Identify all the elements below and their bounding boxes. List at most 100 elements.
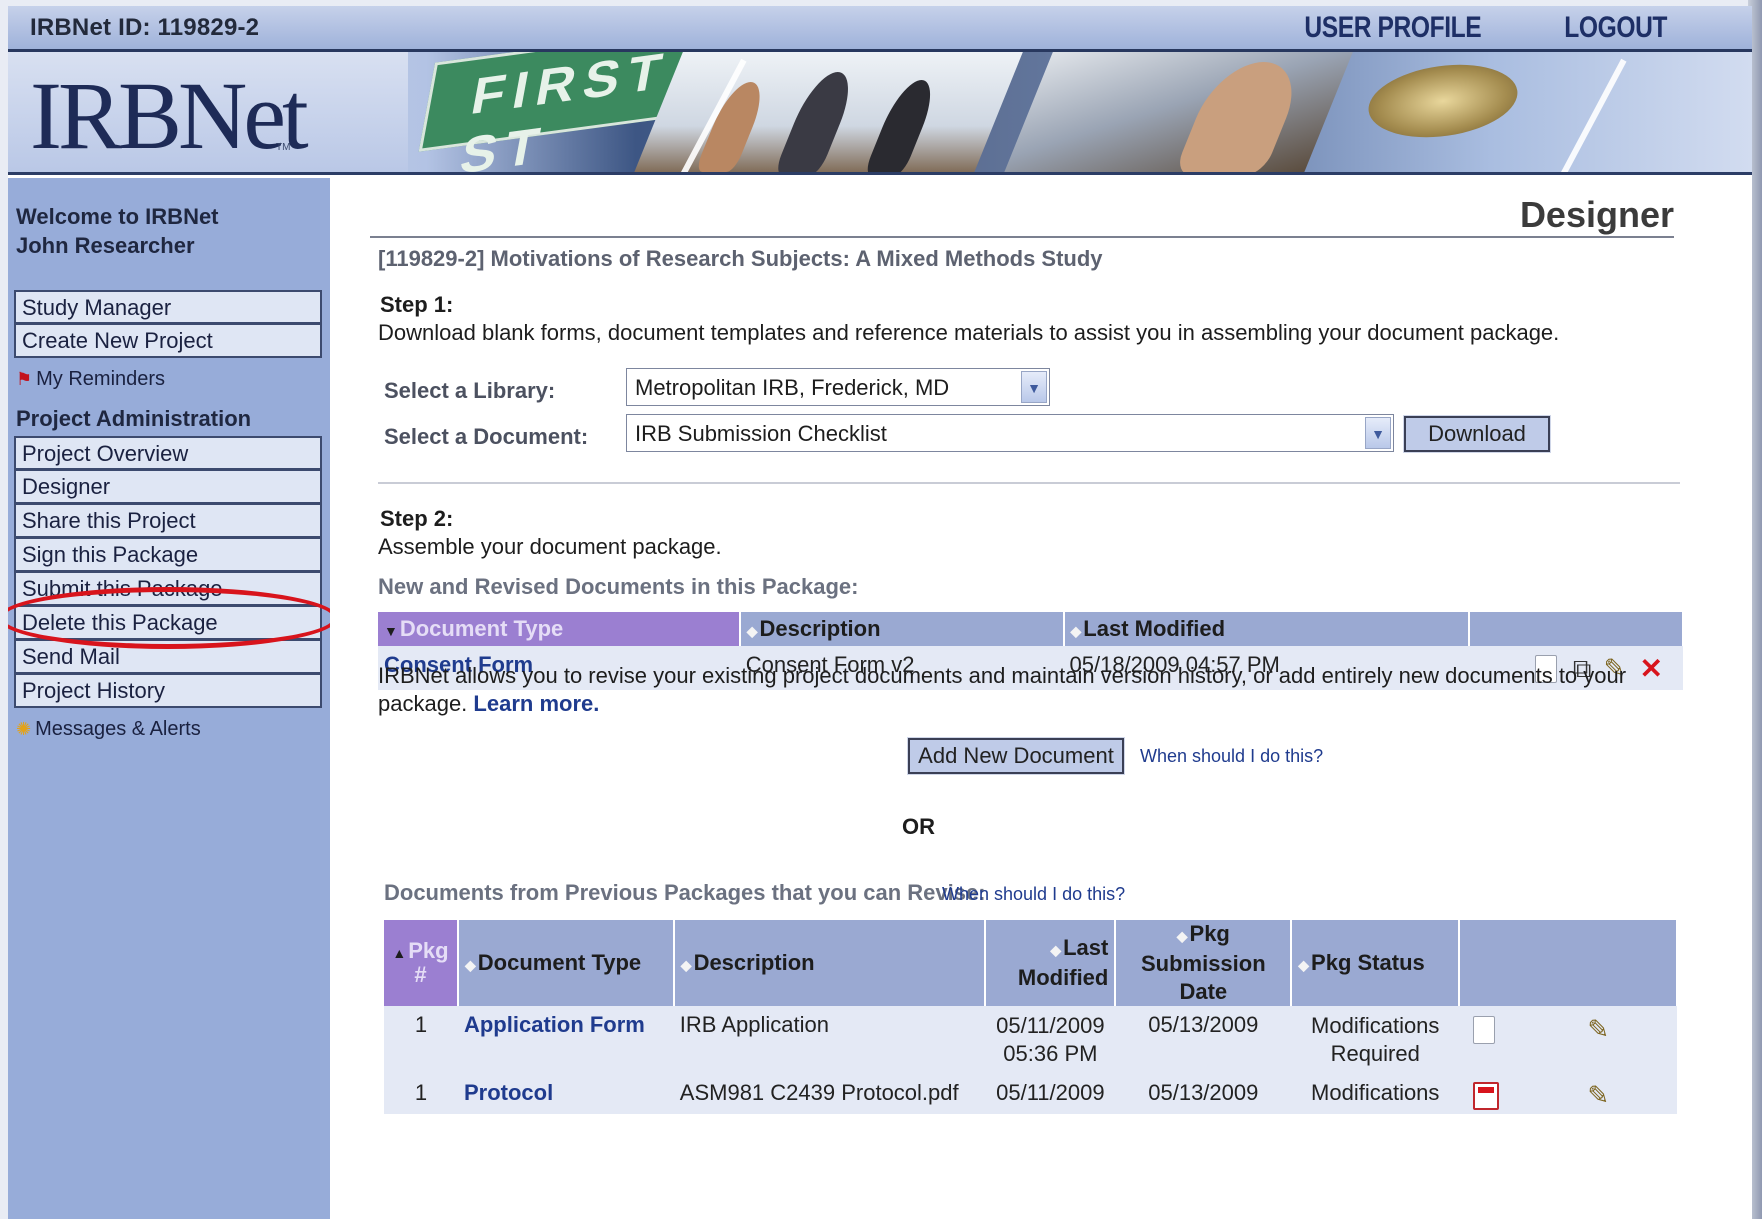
protocol-link[interactable]: Protocol xyxy=(464,1080,553,1105)
pencil-icon[interactable]: ✎ xyxy=(1587,1014,1609,1045)
banner-divider xyxy=(1555,58,1627,172)
menu-create-new-project[interactable]: Create New Project xyxy=(14,324,322,358)
sort-icon: ▲ xyxy=(392,945,407,961)
download-button[interactable]: Download xyxy=(1403,415,1551,453)
document-select[interactable]: IRB Submission Checklist ▼ xyxy=(626,414,1394,452)
col-prev-last-modified[interactable]: ◆Last Modified xyxy=(985,920,1117,1006)
document-select-value: IRB Submission Checklist xyxy=(635,421,887,446)
user-profile-link[interactable]: USER PROFILE xyxy=(1304,11,1481,45)
pencil-icon[interactable]: ✎ xyxy=(1587,1080,1609,1111)
top-bar: IRBNet ID: 119829-2 USER PROFILE LOGOUT xyxy=(8,6,1752,52)
library-label: Select a Library: xyxy=(384,378,556,403)
status-line: Modifications xyxy=(1311,1013,1440,1038)
library-select[interactable]: Metropolitan IRB, Frederick, MD ▼ xyxy=(626,368,1050,406)
submission-date-cell: 05/13/2009 xyxy=(1115,1074,1292,1114)
welcome-line: Welcome to IRBNet xyxy=(16,204,219,229)
project-title: [119829-2] Motivations of Research Subje… xyxy=(378,246,1103,271)
col-description[interactable]: ◆Description xyxy=(739,612,1065,646)
modified-cell: 05/11/2009 xyxy=(985,1074,1116,1114)
main-menu: Study Manager Create New Project xyxy=(8,290,330,358)
menu-project-history[interactable]: Project History xyxy=(14,674,322,708)
table-header-row: ▼Document Type ◆Description ◆Last Modifi… xyxy=(378,612,1684,646)
menu-project-overview[interactable]: Project Overview xyxy=(14,436,322,470)
col-prev-description-label: Description xyxy=(693,950,815,975)
main-content: Designer [119829-2] Motivations of Resea… xyxy=(330,178,1752,1219)
col-prev-description[interactable]: ◆Description xyxy=(673,920,987,1006)
menu-sign-package[interactable]: Sign this Package xyxy=(14,538,322,572)
my-reminders-label: My Reminders xyxy=(36,367,166,390)
col-pkg-status[interactable]: ◆Pkg Status xyxy=(1291,920,1461,1006)
irbnet-id: IRBNet ID: 119829-2 xyxy=(30,13,260,41)
sort-icon: ◆ xyxy=(464,957,476,973)
col-pkg-submission-date-label: Pkg Submission Date xyxy=(1140,921,1266,1004)
modified-cell: 05/11/2009 05:36 PM xyxy=(985,1006,1116,1074)
col-description-label: Description xyxy=(759,616,881,641)
menu-delete-package[interactable]: Delete this Package xyxy=(14,606,322,640)
lab-photo xyxy=(1003,52,1353,172)
add-new-document-button[interactable]: Add New Document xyxy=(907,737,1125,775)
new-docs-heading: New and Revised Documents in this Packag… xyxy=(378,574,859,599)
chevron-down-icon[interactable]: ▼ xyxy=(1365,417,1391,449)
step2-label: Step 2: xyxy=(380,506,454,531)
col-actions xyxy=(1469,612,1684,646)
sort-icon: ▼ xyxy=(384,623,398,639)
messages-alerts-label: Messages & Alerts xyxy=(35,717,201,740)
menu-send-mail[interactable]: Send Mail xyxy=(14,640,322,674)
sort-icon: ◆ xyxy=(1050,942,1062,958)
sort-icon: ◆ xyxy=(1298,957,1310,973)
menu-share-project[interactable]: Share this Project xyxy=(14,504,322,538)
learn-more-link[interactable]: Learn more. xyxy=(473,691,599,716)
messages-alerts-link[interactable]: ✺ Messages & Alerts xyxy=(8,708,330,744)
col-document-type[interactable]: ▼Document Type xyxy=(378,612,741,646)
description-cell: IRB Application xyxy=(673,1006,986,1074)
welcome-message: Welcome to IRBNet John Researcher xyxy=(8,178,330,260)
my-reminders-link[interactable]: ⚑ My Reminders xyxy=(8,358,330,394)
col-last-modified-label: Last Modified xyxy=(1083,616,1226,641)
col-pkg-submission-date[interactable]: ◆Pkg Submission Date xyxy=(1115,920,1293,1006)
table-row: 1 Application Form IRB Application 05/11… xyxy=(384,1006,1677,1074)
sort-icon: ◆ xyxy=(680,957,692,973)
col-document-type-label: Document Type xyxy=(399,616,564,641)
prev-docs-table: ▲Pkg # ◆Document Type ◆Description ◆Last… xyxy=(384,920,1678,1114)
table-row: 1 Protocol ASM981 C2439 Protocol.pdf 05/… xyxy=(384,1074,1677,1114)
sort-icon: ◆ xyxy=(746,623,758,639)
col-prev-last-modified-label: Last Modified xyxy=(1017,935,1109,990)
when-should-link[interactable]: When should I do this? xyxy=(1140,746,1323,767)
revise-info-text: IRBNet allows you to revise your existin… xyxy=(378,662,1688,718)
library-select-value: Metropolitan IRB, Frederick, MD xyxy=(635,375,950,400)
sort-icon: ◆ xyxy=(1070,623,1082,639)
satellite-dish-photo xyxy=(1363,55,1523,147)
pdf-icon[interactable] xyxy=(1473,1081,1500,1110)
application-form-link[interactable]: Application Form xyxy=(464,1012,645,1037)
app-window: IRBNet ID: 119829-2 USER PROFILE LOGOUT … xyxy=(8,6,1752,1219)
col-last-modified[interactable]: ◆Last Modified xyxy=(1063,612,1471,646)
step1-label: Step 1: xyxy=(380,292,454,317)
modified-date: 05/11/2009 xyxy=(996,1013,1105,1038)
modified-time: 05:36 PM xyxy=(1003,1041,1098,1066)
menu-study-manager[interactable]: Study Manager xyxy=(14,290,322,324)
banner: IRBNet TM FIRST ST xyxy=(8,52,1752,175)
user-name: John Researcher xyxy=(16,233,195,258)
menu-submit-package[interactable]: Submit this Package xyxy=(14,572,322,606)
irbnet-logo[interactable]: IRBNet xyxy=(30,68,309,164)
menu-designer[interactable]: Designer xyxy=(14,470,322,504)
trademark-mark: TM xyxy=(276,142,291,153)
step2-description: Assemble your document package. xyxy=(378,534,722,559)
chevron-down-icon[interactable]: ▼ xyxy=(1021,371,1047,403)
page-title: Designer xyxy=(1519,194,1674,235)
document-icon[interactable] xyxy=(1473,1015,1496,1044)
flag-icon: ⚑ xyxy=(16,368,33,389)
pkg-cell: 1 xyxy=(384,1006,458,1074)
col-pkg-status-label: Pkg Status xyxy=(1311,950,1425,975)
top-links: USER PROFILE LOGOUT xyxy=(1285,11,1752,45)
logout-link[interactable]: LOGOUT xyxy=(1564,11,1667,45)
col-prev-document-type[interactable]: ◆Document Type xyxy=(457,920,675,1006)
pkg-cell: 1 xyxy=(384,1074,458,1114)
admin-menu: Project Overview Designer Share this Pro… xyxy=(8,436,330,708)
prev-when-should-link[interactable]: When should I do this? xyxy=(942,884,1125,905)
or-separator: OR xyxy=(902,814,935,839)
document-label: Select a Document: xyxy=(384,424,589,449)
alert-bell-icon: ✺ xyxy=(16,718,32,739)
sort-icon: ◆ xyxy=(1176,928,1188,944)
col-pkg-num[interactable]: ▲Pkg # xyxy=(384,920,459,1006)
